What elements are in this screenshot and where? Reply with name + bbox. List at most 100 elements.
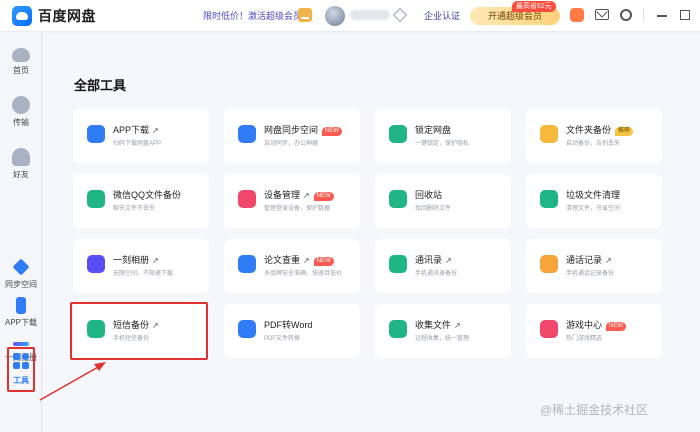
tool-title: 收集文件 ↗ bbox=[415, 318, 461, 331]
tool-title-text: 文件夹备份 bbox=[566, 125, 612, 135]
tool-badge: NEW bbox=[606, 322, 627, 331]
sidebar-item-transfer[interactable]: 传输 bbox=[0, 96, 42, 128]
diamond-icon[interactable] bbox=[392, 7, 408, 23]
username-blurred[interactable] bbox=[350, 10, 390, 20]
tool-subtitle: 手机通讯录备份 bbox=[415, 271, 458, 277]
tool-card[interactable]: 微信QQ文件备份聊天文件不丢失 bbox=[73, 174, 209, 228]
external-link-icon: ↗ bbox=[445, 256, 452, 265]
tool-title-text: 设备管理 bbox=[264, 190, 301, 200]
app-title: 百度网盘 bbox=[38, 8, 96, 24]
external-link-icon: ↗ bbox=[152, 256, 159, 265]
tool-icon bbox=[389, 125, 407, 143]
tool-subtitle: 多品牌安全准确，快速且低价 bbox=[264, 271, 343, 277]
tool-title: 论文查重 ↗ NEW bbox=[264, 253, 334, 266]
tool-icon bbox=[540, 320, 558, 338]
sidebar-item-home[interactable]: 首页 bbox=[0, 44, 42, 76]
tool-title: 设备管理 ↗ NEW bbox=[264, 188, 334, 201]
tool-title: 锁定网盘 bbox=[415, 123, 451, 136]
tool-subtitle: 热门游戏精选 bbox=[566, 336, 603, 342]
minimize-icon[interactable] bbox=[655, 8, 669, 22]
promo-link[interactable]: 限时低价！激活超级会员 bbox=[203, 9, 302, 22]
tool-icon bbox=[540, 190, 558, 208]
tool-badge: NEW bbox=[322, 127, 343, 136]
tool-icon bbox=[389, 320, 407, 338]
tool-title-text: 网盘同步空间 bbox=[264, 125, 319, 135]
sidebar-item-sync-space[interactable]: 同步空间 bbox=[0, 258, 42, 290]
tool-title-text: 游戏中心 bbox=[566, 320, 603, 330]
divider bbox=[643, 8, 644, 22]
crown-icon[interactable] bbox=[298, 8, 312, 22]
tool-title: PDF转Word bbox=[264, 318, 312, 331]
tool-title-text: 收集文件 bbox=[415, 320, 452, 330]
tool-title-text: 论文查重 bbox=[264, 255, 301, 265]
tool-card[interactable]: 游戏中心 NEW 热门游戏精选 bbox=[526, 304, 662, 358]
tool-subtitle: 清理文件，节省空间 bbox=[566, 206, 621, 212]
tool-title: 回收站 bbox=[415, 188, 442, 201]
external-link-icon: ↗ bbox=[303, 191, 310, 200]
sidebar-item-tools[interactable]: 工具 bbox=[0, 375, 42, 386]
friends-icon bbox=[12, 148, 30, 166]
tool-title: 游戏中心 NEW bbox=[566, 318, 627, 331]
phone-icon bbox=[16, 297, 26, 314]
sidebar-item-label: 同步空间 bbox=[5, 280, 37, 289]
tool-subtitle: 自动备份，告别丢失 bbox=[566, 141, 621, 147]
tools-icon[interactable] bbox=[13, 353, 29, 369]
tool-title: APP下载 ↗ bbox=[113, 123, 159, 136]
sidebar-item-label: 传输 bbox=[13, 118, 29, 127]
maximize-icon[interactable] bbox=[680, 10, 690, 20]
sync-icon bbox=[12, 258, 30, 276]
tool-title: 通话记录 ↗ bbox=[566, 253, 612, 266]
tool-title-text: APP下载 bbox=[113, 125, 150, 135]
sidebar-item-app-download[interactable]: APP下载 bbox=[0, 297, 42, 328]
sidebar-item-label: 首页 bbox=[13, 66, 29, 75]
tool-title-text: PDF转Word bbox=[264, 320, 313, 330]
transfer-icon bbox=[12, 96, 30, 114]
tool-title: 文件夹备份 推荐 bbox=[566, 123, 634, 136]
tool-title-text: 微信QQ文件备份 bbox=[113, 190, 182, 200]
avatar[interactable] bbox=[325, 6, 345, 26]
tool-title-text: 一刻相册 bbox=[113, 255, 150, 265]
tool-card[interactable]: 通话记录 ↗ 手机通话记录备份 bbox=[526, 239, 662, 293]
tool-subtitle: 手机通话记录备份 bbox=[566, 271, 615, 277]
tool-card[interactable]: 回收站 找回删除文件 bbox=[375, 174, 511, 228]
tool-card[interactable]: 设备管理 ↗ NEW 管理登录设备，保护数据 bbox=[224, 174, 360, 228]
tool-badge: NEW bbox=[313, 257, 334, 266]
tool-icon bbox=[238, 190, 256, 208]
tool-subtitle: 找回删除文件 bbox=[415, 206, 452, 212]
tool-subtitle: 扫码下载网盘APP bbox=[113, 141, 162, 147]
tool-subtitle: 管理登录设备，保护数据 bbox=[264, 206, 331, 212]
external-link-icon: ↗ bbox=[303, 256, 310, 265]
external-link-icon: ↗ bbox=[605, 256, 612, 265]
settings-gear-icon[interactable] bbox=[620, 9, 632, 21]
sidebar-item-friends[interactable]: 好友 bbox=[0, 148, 42, 180]
tool-subtitle: 聊天文件不丢失 bbox=[113, 206, 156, 212]
sidebar-item-label: 好友 bbox=[13, 170, 29, 179]
tool-title: 一刻相册 ↗ bbox=[113, 253, 159, 266]
mail-icon[interactable] bbox=[595, 9, 609, 20]
tool-title-text: 通话记录 bbox=[566, 255, 603, 265]
tool-icon bbox=[540, 255, 558, 273]
tool-subtitle: PDF文件转换 bbox=[264, 336, 301, 342]
tool-title: 通讯录 ↗ bbox=[415, 253, 452, 266]
tool-title-text: 通讯录 bbox=[415, 255, 443, 265]
tool-card[interactable]: 垃圾文件清理清理文件，节省空间 bbox=[526, 174, 662, 228]
tool-card[interactable]: 收集文件 ↗ 远程收集，统一管理 bbox=[375, 304, 511, 358]
tool-card[interactable]: PDF转Word PDF文件转换 bbox=[224, 304, 360, 358]
tool-subtitle: 远程收集，统一管理 bbox=[415, 336, 470, 342]
tool-subtitle: 一键锁定，保护隐私 bbox=[415, 141, 470, 147]
tool-card[interactable]: 一刻相册 ↗ 无限空间，不限速下载 bbox=[73, 239, 209, 293]
external-link-icon: ↗ bbox=[152, 126, 159, 135]
tool-title-text: 垃圾文件清理 bbox=[566, 190, 621, 200]
enterprise-auth-link[interactable]: 企业认证 bbox=[424, 9, 460, 22]
tool-card[interactable]: 网盘同步空间 NEW 自动同步，办公神器 bbox=[224, 109, 360, 163]
tool-card[interactable]: 文件夹备份 推荐自动备份，告别丢失 bbox=[526, 109, 662, 163]
tool-icon bbox=[389, 255, 407, 273]
game-controller-icon[interactable] bbox=[570, 8, 584, 22]
tool-card[interactable]: APP下载 ↗ 扫码下载网盘APP bbox=[73, 109, 209, 163]
tool-card[interactable]: 论文查重 ↗ NEW 多品牌安全准确，快速且低价 bbox=[224, 239, 360, 293]
tool-card[interactable]: 锁定网盘一键锁定，保护隐私 bbox=[375, 109, 511, 163]
sidebar-item-label: APP下载 bbox=[4, 318, 37, 327]
tool-card[interactable]: 通讯录 ↗ 手机通讯录备份 bbox=[375, 239, 511, 293]
app-logo[interactable]: 百度网盘 bbox=[12, 6, 96, 26]
sms-backup-highlight-box bbox=[70, 302, 208, 360]
